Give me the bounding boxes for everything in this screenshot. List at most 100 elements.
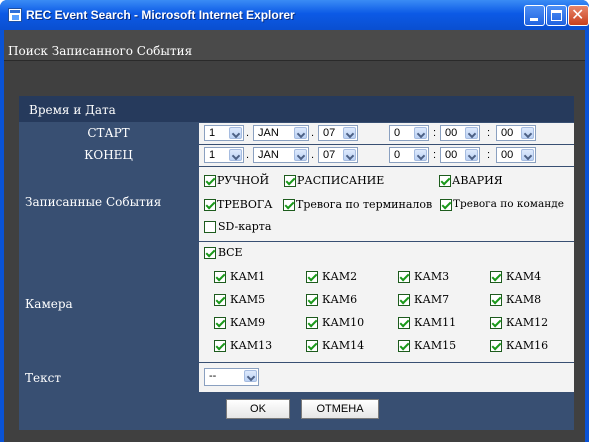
end-datetime-row: 1 . JAN . 07 0 : 00 : 00: [199, 145, 574, 166]
camera-label: КАМ5: [230, 293, 266, 306]
camera-checkbox[interactable]: [214, 271, 226, 283]
camera-checkbox[interactable]: [306, 340, 318, 352]
event-checkbox[interactable]: [204, 199, 216, 211]
start-datetime-row: 1 . JAN . 07 0 : 00 : 00: [199, 123, 574, 144]
chevron-down-icon: [229, 127, 242, 139]
camera-checkbox[interactable]: [490, 271, 502, 283]
ok-button[interactable]: OK: [226, 399, 290, 419]
camera-label: КАМ6: [322, 293, 358, 306]
start-second-select[interactable]: 00: [496, 125, 536, 141]
camera-label: КАМ15: [414, 339, 457, 352]
end-hour-select[interactable]: 0: [389, 147, 429, 163]
title-bar[interactable]: REC Event Search - Microsoft Internet Ex…: [0, 0, 589, 30]
start-month-select[interactable]: JAN: [253, 125, 309, 141]
camera-label: КАМ9: [230, 316, 266, 329]
date-separator: .: [311, 149, 315, 161]
event-label: АВАРИЯ: [452, 174, 503, 187]
camera-checkbox[interactable]: [490, 317, 502, 329]
end-minute-select[interactable]: 00: [440, 147, 480, 163]
camera-label: КАМ7: [414, 293, 450, 306]
end-label: КОНЕЦ: [19, 145, 198, 166]
text-select[interactable]: --: [204, 368, 259, 386]
camera-cell: ВСЕ КАМ1 КАМ2 КАМ3 КАМ4 КАМ5 КАМ6 КАМ7 КАМ8 КАМ9…: [199, 242, 574, 362]
camera-label: КАМ14: [322, 339, 365, 352]
time-separator: :: [487, 149, 491, 161]
camera-checkbox[interactable]: [306, 294, 318, 306]
cancel-button[interactable]: ОТМЕНА: [301, 399, 379, 419]
text-label: Текст: [25, 371, 61, 385]
close-icon: ✕: [571, 5, 585, 24]
event-label: РАСПИСАНИЕ: [297, 174, 385, 187]
camera-checkbox[interactable]: [398, 271, 410, 283]
browser-window: REC Event Search - Microsoft Internet Ex…: [0, 0, 589, 442]
chevron-down-icon: [465, 149, 478, 161]
chevron-down-icon: [521, 149, 534, 161]
camera-checkbox[interactable]: [306, 317, 318, 329]
camera-label-cell: Камера: [19, 242, 198, 362]
end-month-select[interactable]: JAN: [253, 147, 309, 163]
events-cell: РУЧНОЙ РАСПИСАНИЕ АВАРИЯ ТРЕВОГА Тревога…: [199, 167, 574, 241]
event-checkbox[interactable]: [284, 175, 296, 187]
camera-checkbox[interactable]: [490, 340, 502, 352]
camera-checkbox[interactable]: [214, 317, 226, 329]
start-minute-select[interactable]: 00: [440, 125, 480, 141]
event-checkbox[interactable]: [440, 199, 452, 211]
page-caption-bar: Поиск Записанного События: [4, 30, 585, 61]
event-checkbox[interactable]: [204, 221, 216, 233]
camera-label: КАМ8: [506, 293, 542, 306]
camera-checkbox[interactable]: [306, 271, 318, 283]
camera-label: КАМ3: [414, 270, 450, 283]
ie-window-icon: [8, 8, 22, 22]
start-day-select[interactable]: 1: [204, 125, 244, 141]
camera-label: КАМ16: [506, 339, 549, 352]
end-year-select[interactable]: 07: [318, 147, 358, 163]
end-day-select[interactable]: 1: [204, 147, 244, 163]
maximize-icon: [551, 10, 562, 21]
camera-label: КАМ11: [414, 316, 457, 329]
camera-checkbox[interactable]: [490, 294, 502, 306]
camera-checkbox[interactable]: [214, 340, 226, 352]
camera-checkbox[interactable]: [398, 294, 410, 306]
text-label-cell: Текст: [19, 363, 198, 392]
date-separator: .: [246, 149, 250, 161]
event-label: ТРЕВОГА: [217, 198, 273, 211]
text-cell: --: [199, 363, 574, 392]
chevron-down-icon: [414, 149, 427, 161]
start-hour-select[interactable]: 0: [389, 125, 429, 141]
camera-label: КАМ13: [230, 339, 273, 352]
maximize-button[interactable]: [546, 5, 567, 26]
chevron-down-icon: [229, 149, 242, 161]
camera-all-label: ВСЕ: [218, 246, 243, 259]
chevron-down-icon: [244, 370, 257, 382]
chevron-down-icon: [465, 127, 478, 139]
event-checkbox[interactable]: [204, 175, 216, 187]
minimize-button[interactable]: [524, 5, 545, 26]
events-label-cell: Записанные События: [19, 167, 198, 241]
time-separator: :: [433, 149, 437, 161]
chevron-down-icon: [294, 127, 307, 139]
camera-all-checkbox[interactable]: [204, 247, 216, 259]
camera-label: Камера: [25, 297, 73, 311]
date-separator: .: [246, 127, 250, 139]
end-second-select[interactable]: 00: [496, 147, 536, 163]
event-label: Тревога по команде: [453, 198, 564, 210]
close-button[interactable]: ✕: [568, 5, 589, 26]
camera-label: КАМ2: [322, 270, 358, 283]
event-checkbox[interactable]: [283, 199, 295, 211]
chevron-down-icon: [521, 127, 534, 139]
camera-label: КАМ12: [506, 316, 549, 329]
section-header: Время и Дата: [19, 96, 574, 122]
events-label: Записанные События: [25, 195, 162, 209]
start-year-select[interactable]: 07: [318, 125, 358, 141]
chevron-down-icon: [343, 149, 356, 161]
camera-checkbox[interactable]: [214, 294, 226, 306]
chevron-down-icon: [294, 149, 307, 161]
event-label: Тревога по терминалов: [296, 198, 433, 211]
camera-checkbox[interactable]: [398, 317, 410, 329]
camera-checkbox[interactable]: [398, 340, 410, 352]
camera-label: КАМ1: [230, 270, 266, 283]
chevron-down-icon: [343, 127, 356, 139]
event-checkbox[interactable]: [439, 175, 451, 187]
page-caption: Поиск Записанного События: [8, 44, 193, 58]
time-separator: :: [433, 127, 437, 139]
